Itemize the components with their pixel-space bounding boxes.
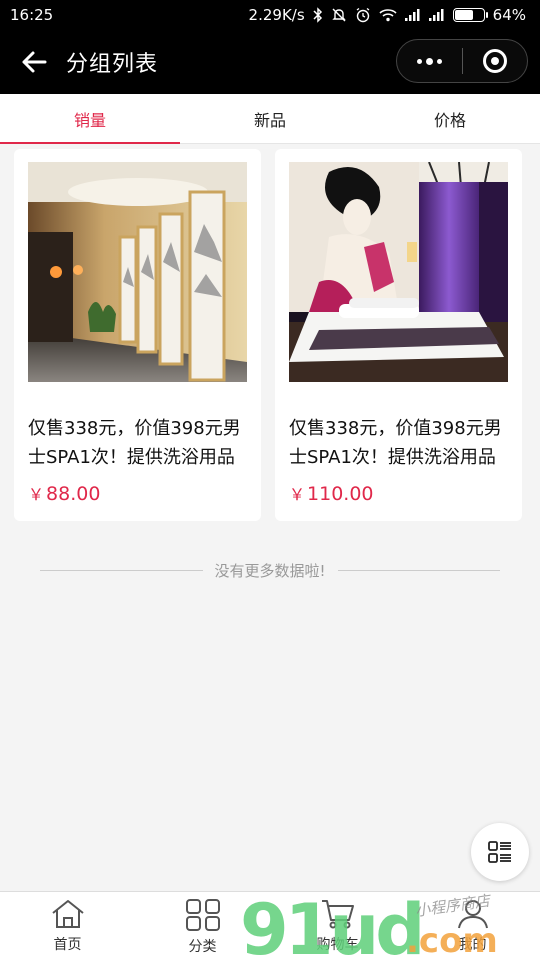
tabbar-label: 首页: [53, 937, 82, 953]
signal-icon: [428, 9, 444, 21]
product-image[interactable]: [28, 162, 247, 382]
currency-symbol: ￥: [28, 485, 45, 504]
divider-line: [337, 569, 501, 571]
tabbar-item-category[interactable]: 分类: [135, 892, 270, 960]
tab-sales[interactable]: 销量: [0, 94, 180, 144]
battery-percent: 64%: [492, 6, 526, 24]
product-title: 仅售338元，价值398元男士SPA1次！提供洗浴用品: [28, 418, 241, 468]
price-value: 110.00: [307, 483, 374, 505]
network-speed: 2.29K/s: [248, 6, 305, 24]
status-icons: 2.29K/s 64%: [249, 6, 526, 24]
back-arrow-icon: [22, 51, 47, 73]
no-more-text: 没有更多数据啦!: [214, 561, 326, 580]
mute-icon: [331, 8, 346, 22]
tabbar-label: 购物车: [316, 937, 359, 953]
user-icon: [457, 900, 488, 929]
battery-icon: [452, 8, 488, 22]
tabbar-item-mine[interactable]: 我的: [405, 892, 540, 960]
signal-icon: [404, 9, 420, 21]
bluetooth-icon: [313, 7, 322, 23]
currency-symbol: ￥: [289, 485, 306, 504]
product-grid: 仅售338元，价值398元男士SPA1次！提供洗浴用品 ￥ 88.00 仅售33…: [14, 149, 522, 521]
tab-price[interactable]: 价格: [360, 94, 540, 143]
no-more-divider: 没有更多数据啦!: [40, 558, 501, 582]
home-icon: [51, 900, 84, 928]
product-price: ￥ 88.00: [28, 481, 100, 505]
price-value: 88.00: [46, 483, 101, 505]
wifi-icon: [379, 9, 397, 22]
status-time: 16:25: [10, 6, 54, 24]
grid-icon: [185, 899, 220, 931]
sort-tabs: 销量 新品 价格: [0, 94, 540, 144]
target-circle-icon: [482, 49, 507, 73]
cart-icon: [321, 900, 354, 929]
floating-list-button[interactable]: [471, 823, 529, 881]
page-title: 分组列表: [66, 52, 159, 77]
tabbar-label: 分类: [188, 939, 217, 955]
alarm-icon: [356, 7, 370, 23]
tabbar-item-home[interactable]: 首页: [0, 892, 135, 960]
product-price: ￥ 110.00: [289, 481, 374, 505]
tabbar-label: 我的: [458, 937, 487, 953]
product-card[interactable]: 仅售338元，价值398元男士SPA1次！提供洗浴用品 ￥ 110.00: [275, 149, 522, 521]
product-title: 仅售338元，价值398元男士SPA1次！提供洗浴用品: [289, 418, 502, 468]
close-mini-program-button[interactable]: [463, 40, 528, 82]
product-card[interactable]: 仅售338元，价值398元男士SPA1次！提供洗浴用品 ￥ 88.00: [14, 149, 261, 521]
more-menu-button[interactable]: [397, 40, 462, 82]
tabbar-item-cart[interactable]: 购物车: [270, 892, 405, 960]
mini-program-capsule: [396, 39, 528, 83]
status-bar: 16:25 2.29K/s 64%: [0, 0, 540, 30]
nav-bar: 分组列表: [0, 30, 540, 94]
tab-new[interactable]: 新品: [180, 94, 360, 143]
more-dots-icon: [416, 57, 442, 65]
bottom-tab-bar: 首页 分类 购物车 我的: [0, 891, 540, 960]
divider-line: [40, 569, 203, 571]
back-button[interactable]: [2, 30, 66, 94]
product-image[interactable]: [289, 162, 508, 382]
list-icon: [488, 841, 511, 863]
